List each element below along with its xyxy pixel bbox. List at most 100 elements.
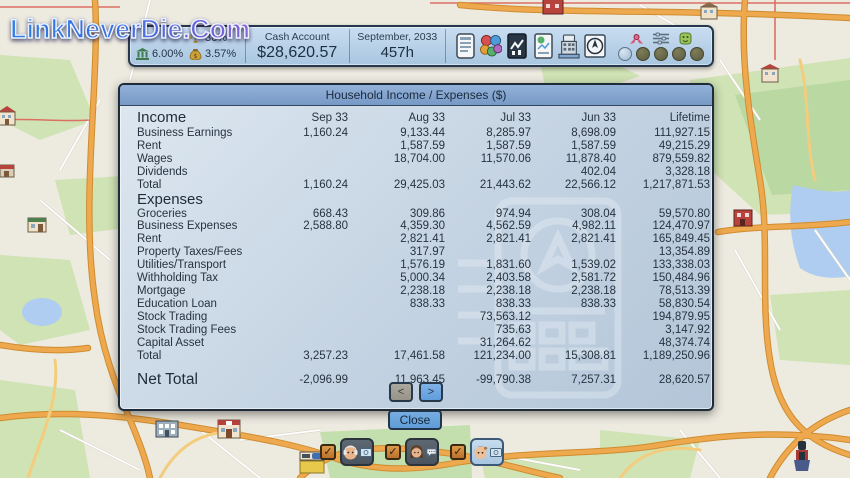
cell: 4,359.30 <box>348 220 445 233</box>
hours-remaining: 457h <box>381 44 414 61</box>
cell: 1,587.59 <box>531 140 616 153</box>
column-header: Jun 33 <box>531 109 616 127</box>
cell: 4,982.11 <box>531 220 616 233</box>
row-label: Capital Asset <box>137 337 269 350</box>
cell: 2,238.18 <box>445 285 531 298</box>
cell: 3,328.18 <box>616 166 710 179</box>
face-icon[interactable] <box>678 32 693 45</box>
table-row: Mortgage 2,238.18 2,238.18 2,238.18 78,5… <box>137 285 710 298</box>
money-badge-icon <box>360 448 372 457</box>
cell <box>531 337 616 350</box>
dialog-title: Household Income / Expenses ($) <box>120 85 712 106</box>
cell: 838.33 <box>348 298 445 311</box>
cell: 194,879.95 <box>616 311 710 324</box>
cell: 59,570.80 <box>616 208 710 221</box>
sliders-icon[interactable] <box>652 32 670 45</box>
coin-button-4[interactable] <box>672 47 686 61</box>
income-expenses-dialog: Household Income / Expenses ($) Income S… <box>118 83 714 411</box>
table-row: Rent 2,821.41 2,821.41 2,821.41 165,849.… <box>137 233 710 246</box>
cell <box>269 311 348 324</box>
cell <box>269 272 348 285</box>
bank-rate-value: 6.00% <box>152 48 186 60</box>
row-label: Wages <box>137 153 269 166</box>
character-checkbox-1[interactable]: ✓ <box>320 444 336 460</box>
cell: 21,443.62 <box>445 179 531 192</box>
cell <box>269 285 348 298</box>
cell: 1,189,250.96 <box>616 350 710 363</box>
row-label: Total <box>137 350 269 363</box>
chat-badge-icon <box>426 448 437 457</box>
column-header: Lifetime <box>616 109 710 127</box>
table-row: Utilities/Transport 1,576.19 1,831.60 1,… <box>137 259 710 272</box>
skills-icon[interactable] <box>480 32 502 60</box>
section-expenses: Expenses <box>137 192 710 208</box>
cell: 17,461.58 <box>348 350 445 363</box>
row-label: Rent <box>137 140 269 153</box>
row-label: Dividends <box>137 166 269 179</box>
cell: 49,215.29 <box>616 140 710 153</box>
character-group-3: ✓ <box>450 438 504 466</box>
section-income: Income <box>137 109 269 127</box>
compass-icon[interactable] <box>584 32 606 60</box>
cell <box>348 166 445 179</box>
row-label: Stock Trading <box>137 311 269 324</box>
cell: 1,587.59 <box>348 140 445 153</box>
cell: 48,374.74 <box>616 337 710 350</box>
table-row: Total 3,257.23 17,461.58 121,234.00 15,3… <box>137 350 710 363</box>
elderly-man-avatar <box>342 443 359 461</box>
character-portrait-1[interactable] <box>340 438 374 466</box>
contracts-icon[interactable] <box>532 32 554 60</box>
character-checkbox-2[interactable]: ✓ <box>385 444 401 460</box>
cell <box>531 311 616 324</box>
character-group-2: ✓ <box>385 438 439 466</box>
cell: 974.94 <box>445 208 531 221</box>
cell: 735.63 <box>445 324 531 337</box>
cell: 2,403.58 <box>445 272 531 285</box>
pagination-controls: < > <box>120 382 712 402</box>
character-portrait-3[interactable] <box>470 438 504 466</box>
cell <box>269 153 348 166</box>
cell: 1,587.59 <box>445 140 531 153</box>
table-row: Stock Trading Fees 735.63 3,147.92 <box>137 324 710 337</box>
cell: 133,338.03 <box>616 259 710 272</box>
table-row: Groceries 668.43 309.86 974.94 308.04 59… <box>137 208 710 221</box>
cell <box>269 166 348 179</box>
cell: 1,539.02 <box>531 259 616 272</box>
table-row: Business Expenses 2,588.80 4,359.30 4,56… <box>137 220 710 233</box>
bank-building-icon[interactable] <box>558 32 580 60</box>
cell: 309.86 <box>348 208 445 221</box>
cell: 111,927.15 <box>616 127 710 140</box>
cell: 2,581.72 <box>531 272 616 285</box>
row-label: Business Expenses <box>137 220 269 233</box>
close-button[interactable]: Close <box>388 410 442 430</box>
table-row: Dividends 402.04 3,328.18 <box>137 166 710 179</box>
calendar-section: September, 2033 457h <box>349 27 445 65</box>
section-header-row: Expenses <box>137 192 710 208</box>
cell <box>269 140 348 153</box>
cell: 58,830.54 <box>616 298 710 311</box>
table-row: Property Taxes/Fees 317.97 13,354.89 <box>137 246 710 259</box>
bank-icon <box>136 48 149 60</box>
stock-market-icon[interactable] <box>506 32 528 60</box>
cell <box>269 298 348 311</box>
cell: 1,217,871.53 <box>616 179 710 192</box>
next-page-button[interactable]: > <box>419 382 443 402</box>
cash-account-section: Cash Account $28,620.57 <box>246 27 349 65</box>
cell <box>269 259 348 272</box>
character-portrait-2[interactable] <box>405 438 439 466</box>
table-row: Withholding Tax 5,000.34 2,403.58 2,581.… <box>137 272 710 285</box>
cell <box>269 246 348 259</box>
checklist-icon[interactable] <box>454 32 476 60</box>
ribbon-icon[interactable] <box>629 32 644 45</box>
coin-button-2[interactable] <box>636 47 650 61</box>
row-label: Utilities/Transport <box>137 259 269 272</box>
previous-page-button[interactable]: < <box>389 382 413 402</box>
money-badge-icon <box>490 448 502 457</box>
cell: 29,425.03 <box>348 179 445 192</box>
coin-button-3[interactable] <box>654 47 668 61</box>
cell: 18,704.00 <box>348 153 445 166</box>
coin-button-5[interactable] <box>690 47 704 61</box>
coin-button-1[interactable] <box>618 47 632 61</box>
character-checkbox-3[interactable]: ✓ <box>450 444 466 460</box>
cell: 838.33 <box>445 298 531 311</box>
